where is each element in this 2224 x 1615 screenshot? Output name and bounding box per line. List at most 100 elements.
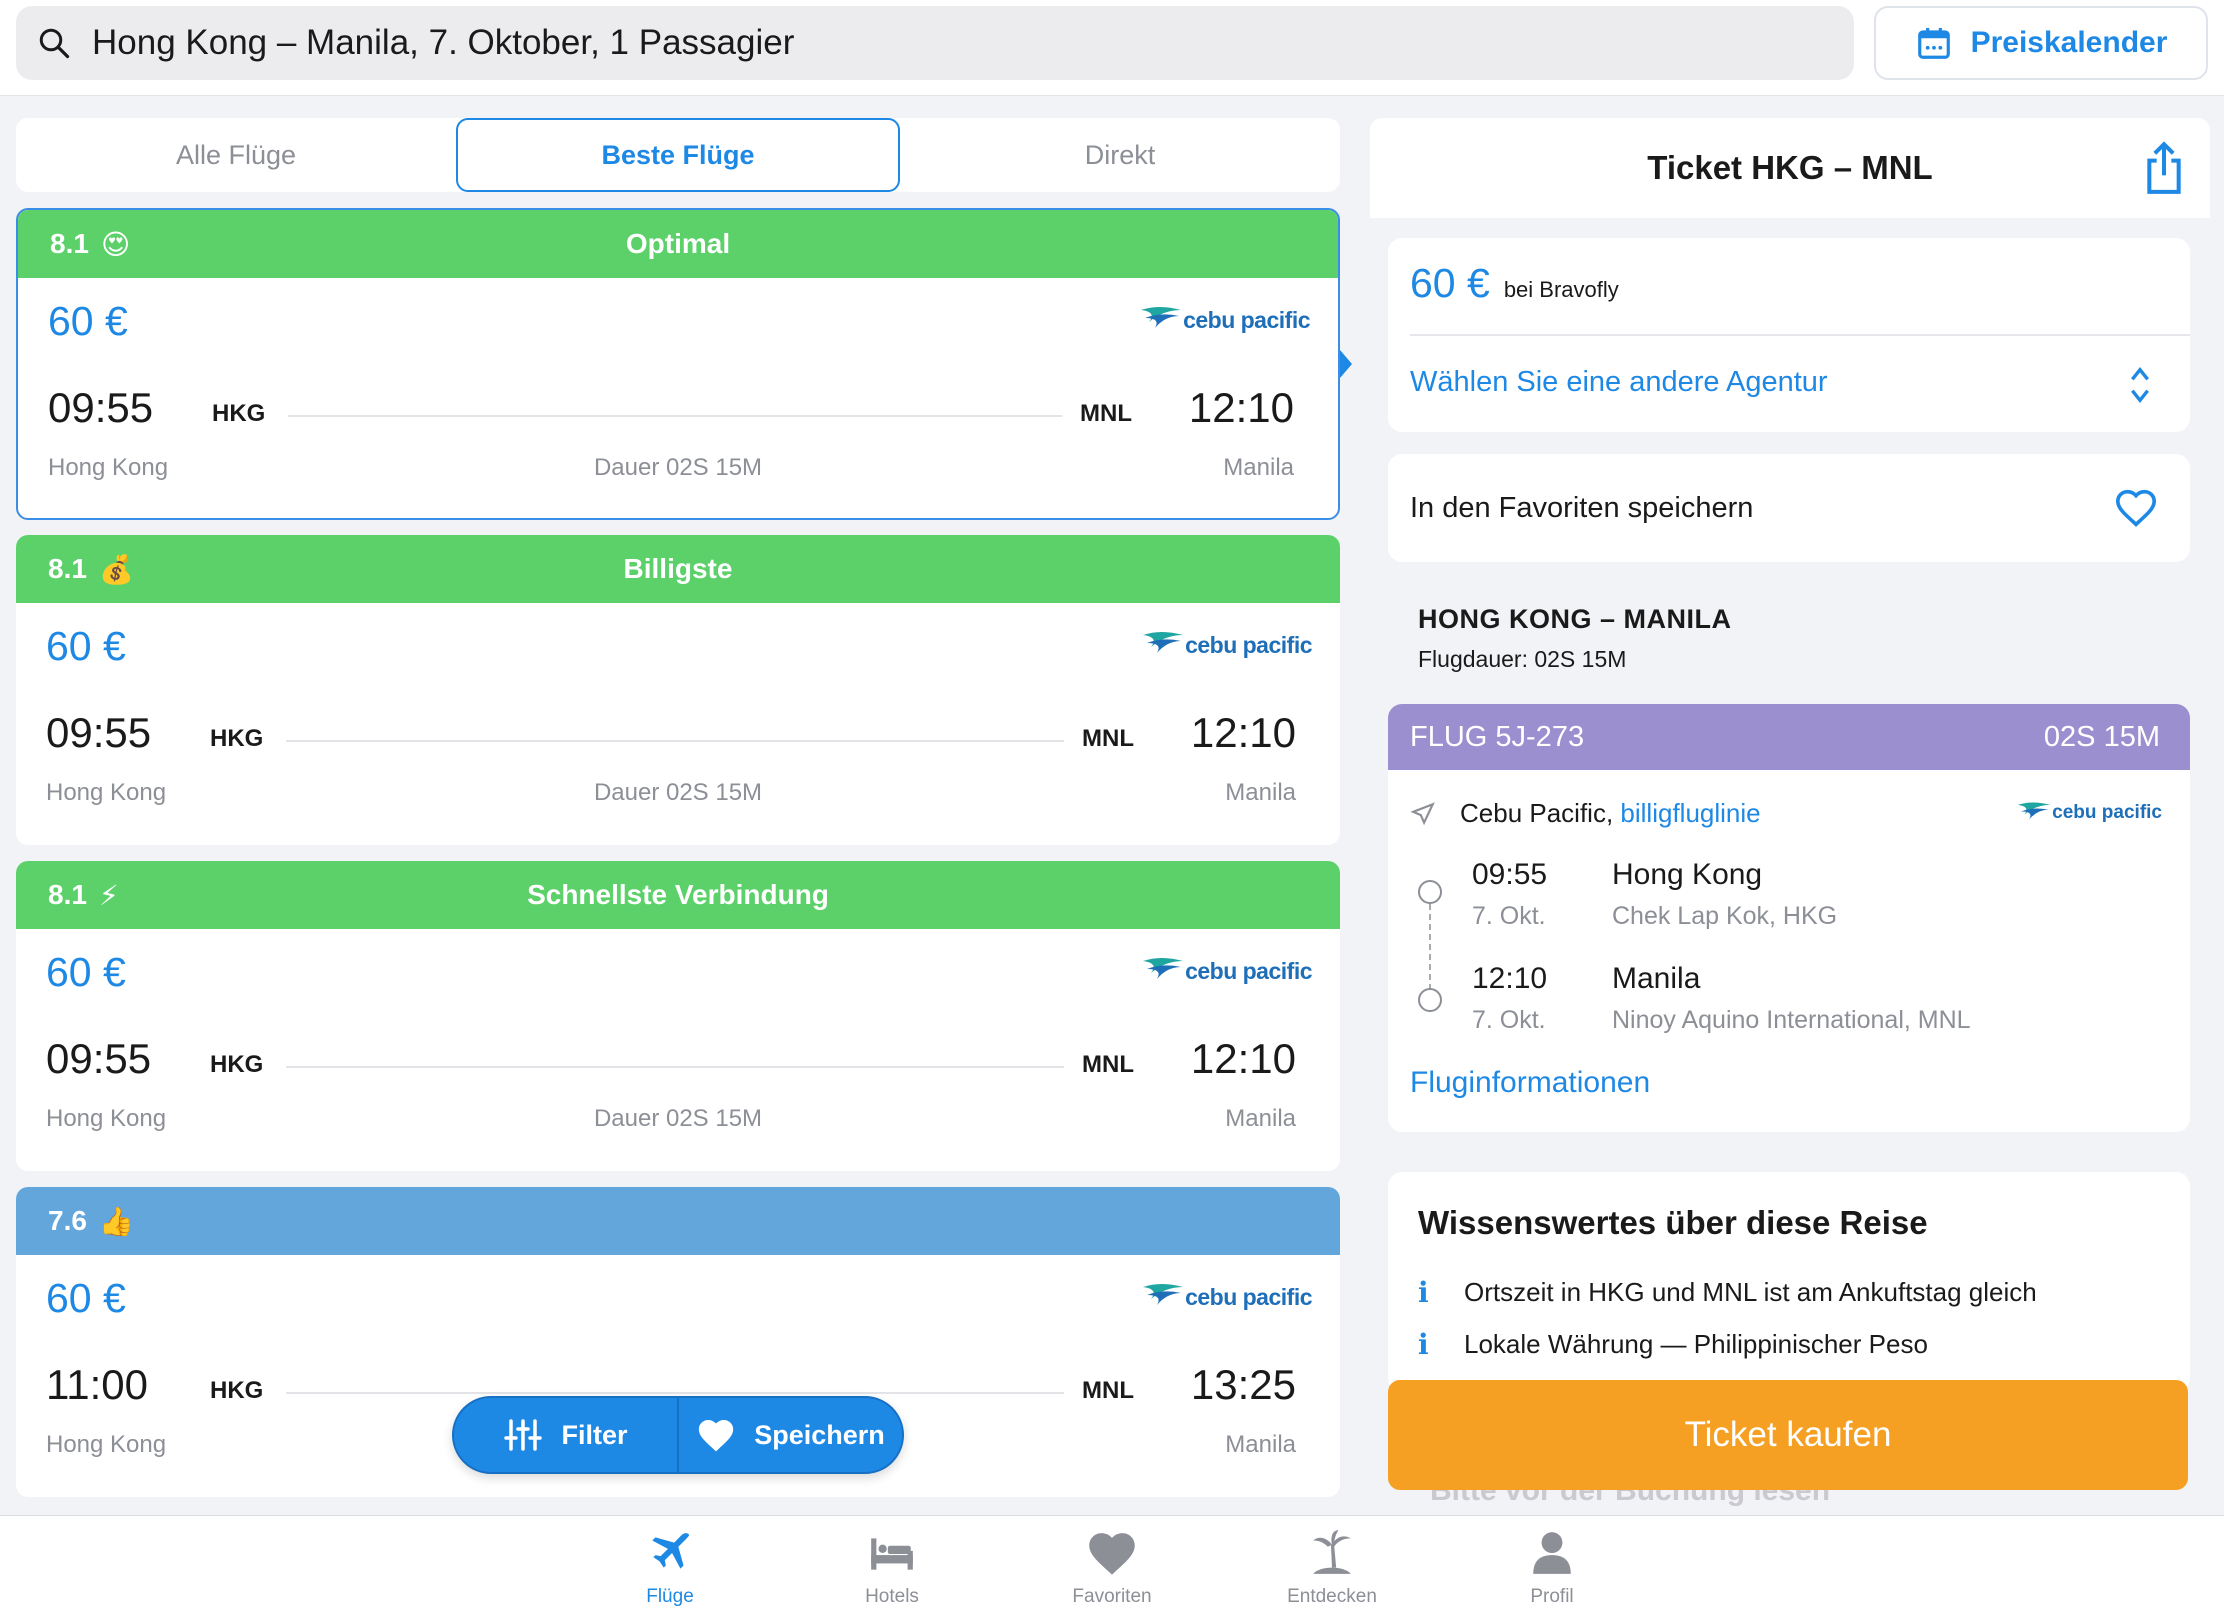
flight-card[interactable]: 8.1 ⚡ Schnellste Verbindung 60 € cebu pac… <box>16 861 1340 1171</box>
thumbs-up-emoji-icon: 👍 <box>98 1205 134 1237</box>
flight-card-header: 8.1 💰 Billigste <box>16 535 1340 603</box>
airline-logo: cebu pacific <box>1141 629 1312 661</box>
plane-icon <box>652 1533 690 1569</box>
flight-card[interactable]: 8.1 💰 Billigste 60 € cebu pacific 09:55 H… <box>16 535 1340 845</box>
flight-tag: Schnellste Verbindung <box>527 879 829 910</box>
share-icon[interactable] <box>2142 140 2186 196</box>
search-field[interactable]: Hong Kong – Manila, 7. Oktober, 1 Passag… <box>16 6 1854 80</box>
airline-type-link[interactable]: billigfluglinie <box>1620 798 1760 828</box>
departure-code: HKG <box>212 400 266 427</box>
timeline-line <box>1429 904 1431 990</box>
flight-info-link[interactable]: Fluginformationen <box>1410 1066 1650 1100</box>
route-line <box>286 740 1064 742</box>
airline-logo: cebu pacific <box>2016 800 2162 826</box>
flight-price: 60 € <box>48 298 128 344</box>
filter-save-pill: Filter Speichern <box>452 1396 904 1474</box>
selection-arrow-icon <box>1340 350 1352 378</box>
trip-info-title: Wissenswertes über diese Reise <box>1418 1204 1928 1241</box>
cebu-wing-icon <box>1141 307 1182 328</box>
rating-score: 8.1 <box>48 553 87 584</box>
save-favorites-label: In den Favoriten speichern <box>1410 492 1754 524</box>
rating-score: 7.6 <box>48 1205 87 1236</box>
filter-button[interactable]: Filter <box>454 1398 677 1472</box>
search-icon <box>39 28 70 59</box>
flight-price: 60 € <box>46 1275 126 1321</box>
arrival-time: 12:10 <box>1190 1035 1296 1082</box>
tab-direct[interactable]: Direkt <box>900 118 1340 192</box>
departure-code: HKG <box>210 725 264 752</box>
heart-outline-icon[interactable] <box>2114 488 2158 528</box>
leg-arrival-city: Manila <box>1612 962 1701 995</box>
price-calendar-button[interactable]: Preiskalender <box>1874 6 2208 80</box>
arrival-code: MNL <box>1082 1051 1134 1078</box>
departure-dot <box>1418 880 1442 904</box>
route-line <box>288 415 1062 417</box>
cebu-wing-icon <box>2017 802 2051 820</box>
trip-info-box: Wissenswertes über diese Reise i Ortszei… <box>1388 1172 2190 1392</box>
cebu-wing-icon <box>1143 1284 1184 1305</box>
flight-number: FLUG 5J-273 <box>1410 720 1585 753</box>
departure-code: HKG <box>210 1377 264 1404</box>
flight-tag: Optimal <box>625 228 731 259</box>
airline-logo: cebu pacific <box>1141 1281 1312 1313</box>
tab-profile[interactable]: Profil <box>1482 1528 1622 1608</box>
arrival-dot <box>1418 988 1442 1012</box>
arrival-time: 12:10 <box>1190 709 1296 756</box>
leg-arrival-date: 7. Okt. <box>1472 1006 1546 1034</box>
tab-explore[interactable]: Entdecken <box>1262 1528 1402 1608</box>
tab-explore-label: Entdecken <box>1287 1586 1377 1607</box>
save-search-button[interactable]: Speichern <box>679 1398 902 1472</box>
palm-island-icon <box>1313 1530 1351 1574</box>
choose-agency-link[interactable]: Wählen Sie eine andere Agentur <box>1410 366 1828 399</box>
price-calendar-label: Preiskalender <box>1970 26 2168 59</box>
airline-name: Cebu Pacific, <box>1460 798 1614 828</box>
arrival-code: MNL <box>1080 400 1132 427</box>
chevron-up-down-icon[interactable] <box>2128 364 2152 406</box>
leg-departure-city: Hong Kong <box>1612 858 1763 891</box>
save-favorites-row[interactable]: In den Favoriten speichern <box>1388 454 2190 562</box>
flight-price: 60 € <box>46 949 126 995</box>
tab-all-flights[interactable]: Alle Flüge <box>16 118 456 192</box>
rating-score: 8.1 <box>50 228 89 259</box>
tab-flights[interactable]: Flüge <box>600 1528 740 1608</box>
flight-card-header: 7.6 👍 <box>16 1187 1340 1255</box>
flight-tag: Billigste <box>623 553 733 584</box>
departure-time: 09:55 <box>46 1035 152 1082</box>
save-label: Speichern <box>754 1419 885 1450</box>
ticket-title: Ticket HKG – MNL <box>1647 149 1933 186</box>
trip-info-item: i Lokale Währung — Philippinischer Peso <box>1418 1328 1928 1361</box>
buy-ticket-button[interactable]: Ticket kaufen <box>1388 1380 2188 1490</box>
flight-card-header: 8.1 😍 Optimal <box>18 210 1338 278</box>
flight-segment-header: FLUG 5J-273 02S 15M <box>1388 704 2190 770</box>
airline-logo: cebu pacific <box>1141 955 1312 987</box>
arrival-time: 13:25 <box>1190 1361 1296 1408</box>
leg-departure-time: 09:55 <box>1472 858 1548 891</box>
arrival-city: Manila <box>1225 1105 1296 1132</box>
cebu-wing-icon <box>1143 632 1184 653</box>
leg-departure-airport: Chek Lap Kok, HKG <box>1612 902 1838 930</box>
arrival-code: MNL <box>1082 725 1134 752</box>
flight-duration: Dauer 02S 15M <box>593 454 763 481</box>
filter-label: Filter <box>561 1419 628 1450</box>
top-bar: Hong Kong – Manila, 7. Oktober, 1 Passag… <box>0 0 2224 96</box>
search-query: Hong Kong – Manila, 7. Oktober, 1 Passag… <box>92 23 795 62</box>
bed-icon <box>871 1538 913 1570</box>
route-title: HONG KONG – MANILA <box>1418 604 1732 634</box>
calendar-icon <box>1917 27 1950 59</box>
departure-time: 09:55 <box>46 709 152 756</box>
flight-duration: Dauer 02S 15M <box>593 1105 763 1132</box>
tab-best-flights[interactable]: Beste Flüge <box>456 118 900 192</box>
money-bag-emoji-icon: 💰 <box>98 553 134 585</box>
departure-time: 09:55 <box>48 384 154 431</box>
arrival-city: Manila <box>1225 779 1296 806</box>
arrival-city: Manila <box>1223 454 1294 481</box>
info-icon: i <box>1418 1276 1429 1309</box>
flight-price: 60 € <box>46 623 126 669</box>
flight-card[interactable]: 8.1 😍 Optimal 60 € cebu pacific 09:55 HKG… <box>16 208 1340 520</box>
cebu-wing-icon <box>1143 958 1184 979</box>
tab-favorites[interactable]: Favoriten <box>1042 1528 1182 1608</box>
sliders-icon <box>504 1419 543 1451</box>
flight-segment-box: FLUG 5J-273 02S 15M Cebu Pacific, billig… <box>1388 704 2190 1132</box>
person-icon <box>1533 1532 1571 1574</box>
tab-hotels[interactable]: Hotels <box>822 1528 962 1608</box>
